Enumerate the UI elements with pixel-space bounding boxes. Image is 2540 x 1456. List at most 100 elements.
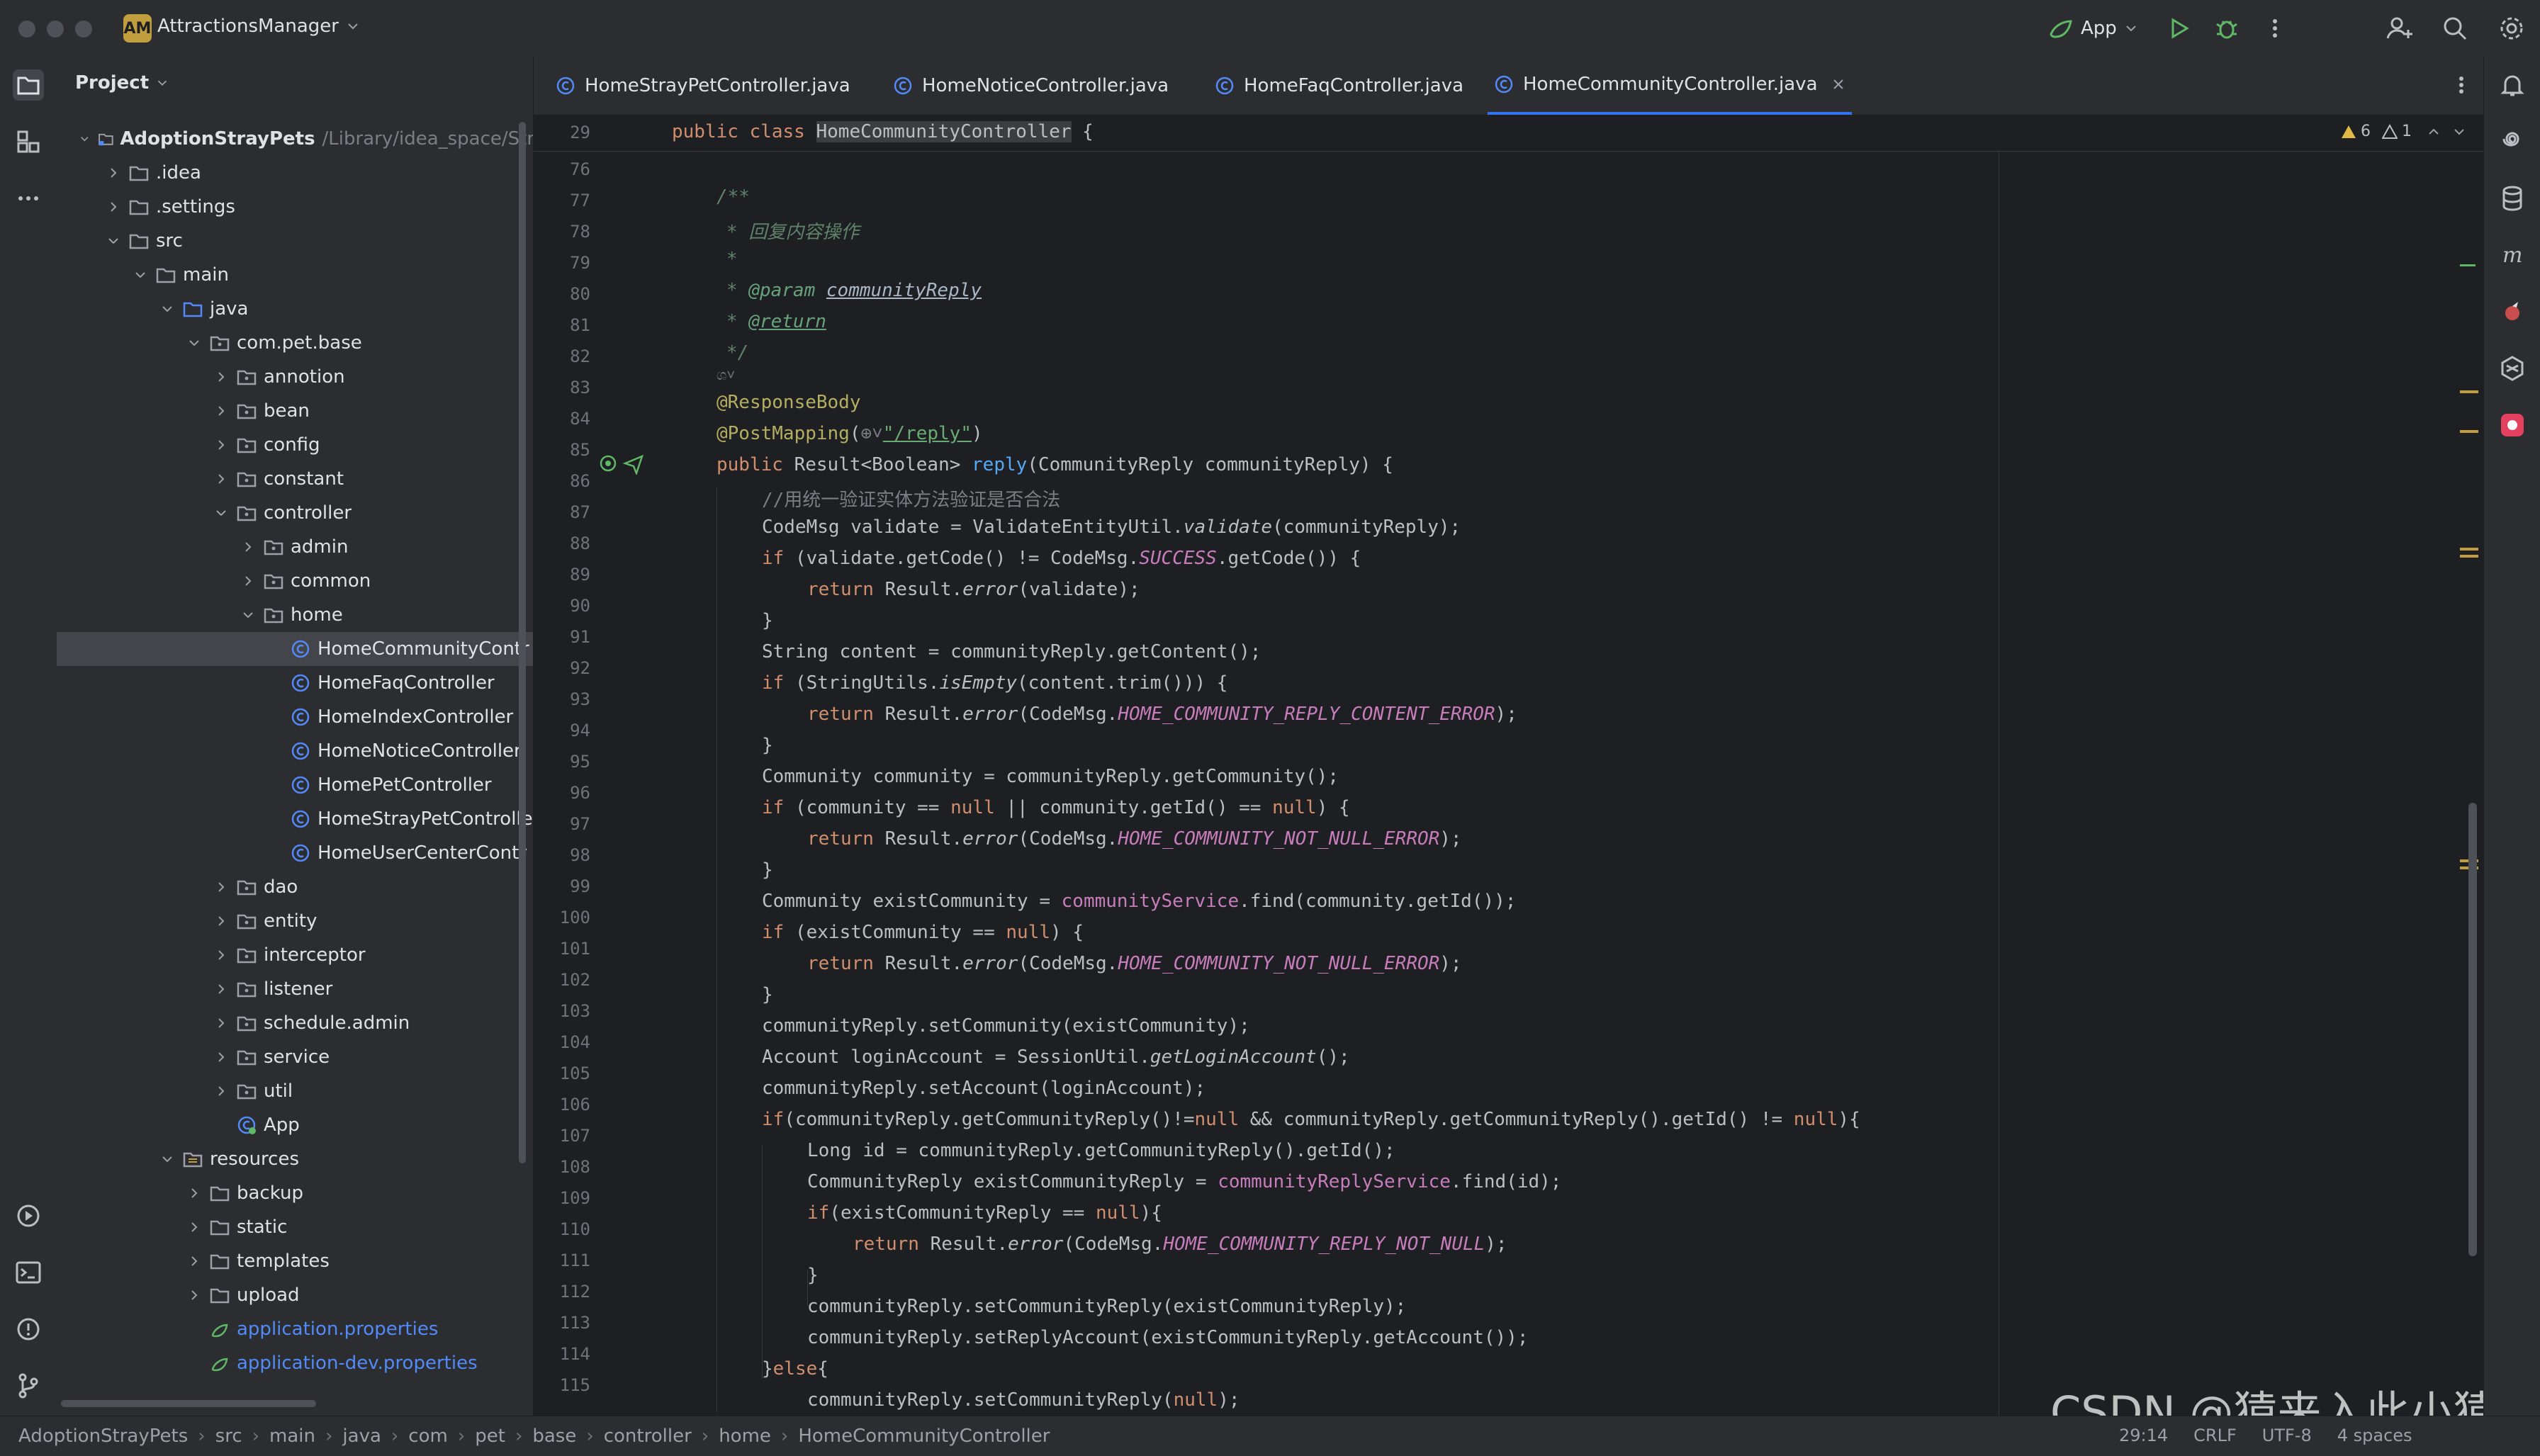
plugin-logo-button[interactable]	[2497, 353, 2528, 384]
close-window-button[interactable]	[18, 21, 35, 38]
breadcrumb-item[interactable]: java	[342, 1426, 381, 1447]
project-switcher[interactable]: AttractionsManager	[157, 16, 361, 37]
tree-vertical-scrollbar[interactable]	[519, 122, 526, 1163]
chevron-right-icon[interactable]	[186, 1219, 203, 1236]
breadcrumb-item[interactable]: pet	[475, 1426, 505, 1447]
tree-item[interactable]: backup	[57, 1176, 533, 1210]
file-encoding[interactable]: UTF-8	[2262, 1426, 2312, 1445]
chevron-down-icon[interactable]	[213, 504, 230, 521]
tree-item[interactable]: HomePetController	[57, 768, 533, 802]
tree-item[interactable]: schedule.admin	[57, 1006, 533, 1040]
tree-item[interactable]: home	[57, 598, 533, 632]
caret-position[interactable]: 29:14	[2119, 1426, 2168, 1445]
indent-setting[interactable]: 4 spaces	[2337, 1426, 2412, 1445]
tree-item[interactable]: HomeUserCenterContr	[57, 836, 533, 870]
tree-item[interactable]: controller	[57, 496, 533, 530]
tree-item[interactable]: src	[57, 224, 533, 258]
tree-item[interactable]: listener	[57, 972, 533, 1006]
git-tool-button[interactable]	[13, 1370, 44, 1401]
run-button[interactable]	[2163, 13, 2194, 44]
tree-item[interactable]: HomeCommunityContr	[57, 632, 533, 666]
tree-item[interactable]: HomeIndexController	[57, 700, 533, 734]
breadcrumb-item[interactable]: AdoptionStrayPets	[18, 1426, 188, 1447]
chevron-right-icon[interactable]	[105, 164, 122, 181]
editor-vertical-scrollbar[interactable]	[2468, 803, 2477, 1256]
more-actions-button[interactable]	[2259, 13, 2291, 44]
breadcrumb-item[interactable]: home	[719, 1426, 771, 1447]
tree-item[interactable]: dao	[57, 870, 533, 904]
chevron-right-icon[interactable]	[213, 1083, 230, 1100]
chevron-up-icon[interactable]	[2426, 124, 2441, 140]
maven-tool-button[interactable]: m	[2497, 239, 2528, 271]
services-tool-button[interactable]	[13, 1200, 44, 1231]
chevron-right-icon[interactable]	[213, 1015, 230, 1032]
chevron-down-icon[interactable]	[159, 300, 176, 317]
tree-item[interactable]: App	[57, 1108, 533, 1142]
tree-item[interactable]: service	[57, 1040, 533, 1074]
tab-homecommunitycontroller[interactable]: HomeCommunityController.java	[1488, 57, 1852, 115]
ai-assistant-button[interactable]	[2497, 126, 2528, 157]
stripe-marker[interactable]	[2460, 430, 2478, 433]
tree-item[interactable]: bean	[57, 394, 533, 428]
chevron-right-icon[interactable]	[213, 402, 230, 419]
chevron-right-icon[interactable]	[213, 368, 230, 385]
chevron-right-icon[interactable]	[105, 198, 122, 215]
tree-item[interactable]: HomeFaqController	[57, 666, 533, 700]
close-icon[interactable]	[1831, 77, 1846, 92]
breadcrumb-item[interactable]: com	[408, 1426, 448, 1447]
run-config-selector[interactable]: App	[2047, 14, 2140, 43]
minimize-window-button[interactable]	[47, 21, 64, 38]
tree-item[interactable]: entity	[57, 904, 533, 938]
chevron-down-icon[interactable]	[159, 1151, 176, 1168]
structure-tool-button[interactable]	[13, 126, 44, 157]
tree-item[interactable]: .settings	[57, 190, 533, 224]
stripe-marker[interactable]	[2460, 555, 2478, 558]
chevron-right-icon[interactable]	[213, 1049, 230, 1066]
search-everywhere-button[interactable]	[2439, 13, 2471, 44]
line-separator[interactable]: CRLF	[2193, 1426, 2237, 1445]
chevron-right-icon[interactable]	[186, 1287, 203, 1304]
stripe-marker[interactable]	[2460, 548, 2478, 551]
plugin-bird-button[interactable]	[2497, 296, 2528, 327]
chevron-right-icon[interactable]	[240, 538, 257, 555]
chevron-right-icon[interactable]	[240, 572, 257, 589]
chevron-right-icon[interactable]	[186, 1253, 203, 1270]
tab-homestraypetcontroller[interactable]: HomeStrayPetController.java	[555, 57, 850, 115]
inspection-widget[interactable]: 6 1	[2341, 123, 2467, 140]
stripe-marker[interactable]	[2460, 390, 2478, 393]
tree-item[interactable]: application.properties	[57, 1312, 533, 1346]
stripe-marker[interactable]	[2460, 264, 2476, 266]
tree-root[interactable]: AdoptionStrayPets /Library/idea_space/St…	[57, 122, 533, 156]
tree-item[interactable]: HomeNoticeController	[57, 734, 533, 768]
breadcrumb-item[interactable]: controller	[604, 1426, 692, 1447]
chevron-down-icon[interactable]	[105, 232, 122, 249]
chevron-down-icon[interactable]	[186, 334, 203, 351]
breadcrumb-item[interactable]: HomeCommunityController	[798, 1426, 1050, 1447]
tree-item[interactable]: admin	[57, 530, 533, 564]
spring-endpoint-icon[interactable]	[598, 452, 621, 475]
tree-horizontal-scrollbar[interactable]	[61, 1400, 316, 1407]
chevron-right-icon[interactable]	[213, 981, 230, 998]
settings-button[interactable]	[2496, 13, 2527, 44]
code-vision-hint[interactable]: ශ˅	[717, 366, 735, 385]
database-tool-button[interactable]	[2497, 183, 2528, 214]
terminal-tool-button[interactable]	[13, 1257, 44, 1288]
code-with-me-button[interactable]	[2384, 13, 2415, 44]
chevron-right-icon[interactable]	[186, 1185, 203, 1202]
send-request-icon[interactable]	[622, 452, 645, 475]
breadcrumb-item[interactable]: base	[532, 1426, 576, 1447]
breadcrumb-item[interactable]: main	[269, 1426, 315, 1447]
tree-item[interactable]: application-dev.properties	[57, 1346, 533, 1380]
tree-item[interactable]: config	[57, 428, 533, 462]
tree-item[interactable]: constant	[57, 462, 533, 496]
debug-button[interactable]	[2211, 13, 2242, 44]
chevron-right-icon[interactable]	[213, 470, 230, 487]
tree-item[interactable]: java	[57, 292, 533, 326]
tab-actions-button[interactable]	[2447, 71, 2476, 99]
tree-item[interactable]: HomeStrayPetControlle	[57, 802, 533, 836]
project-tool-button[interactable]	[13, 69, 44, 101]
zoom-window-button[interactable]	[75, 21, 92, 38]
tree-item[interactable]: upload	[57, 1278, 533, 1312]
chevron-right-icon[interactable]	[213, 913, 230, 930]
tree-item[interactable]: annotion	[57, 360, 533, 394]
